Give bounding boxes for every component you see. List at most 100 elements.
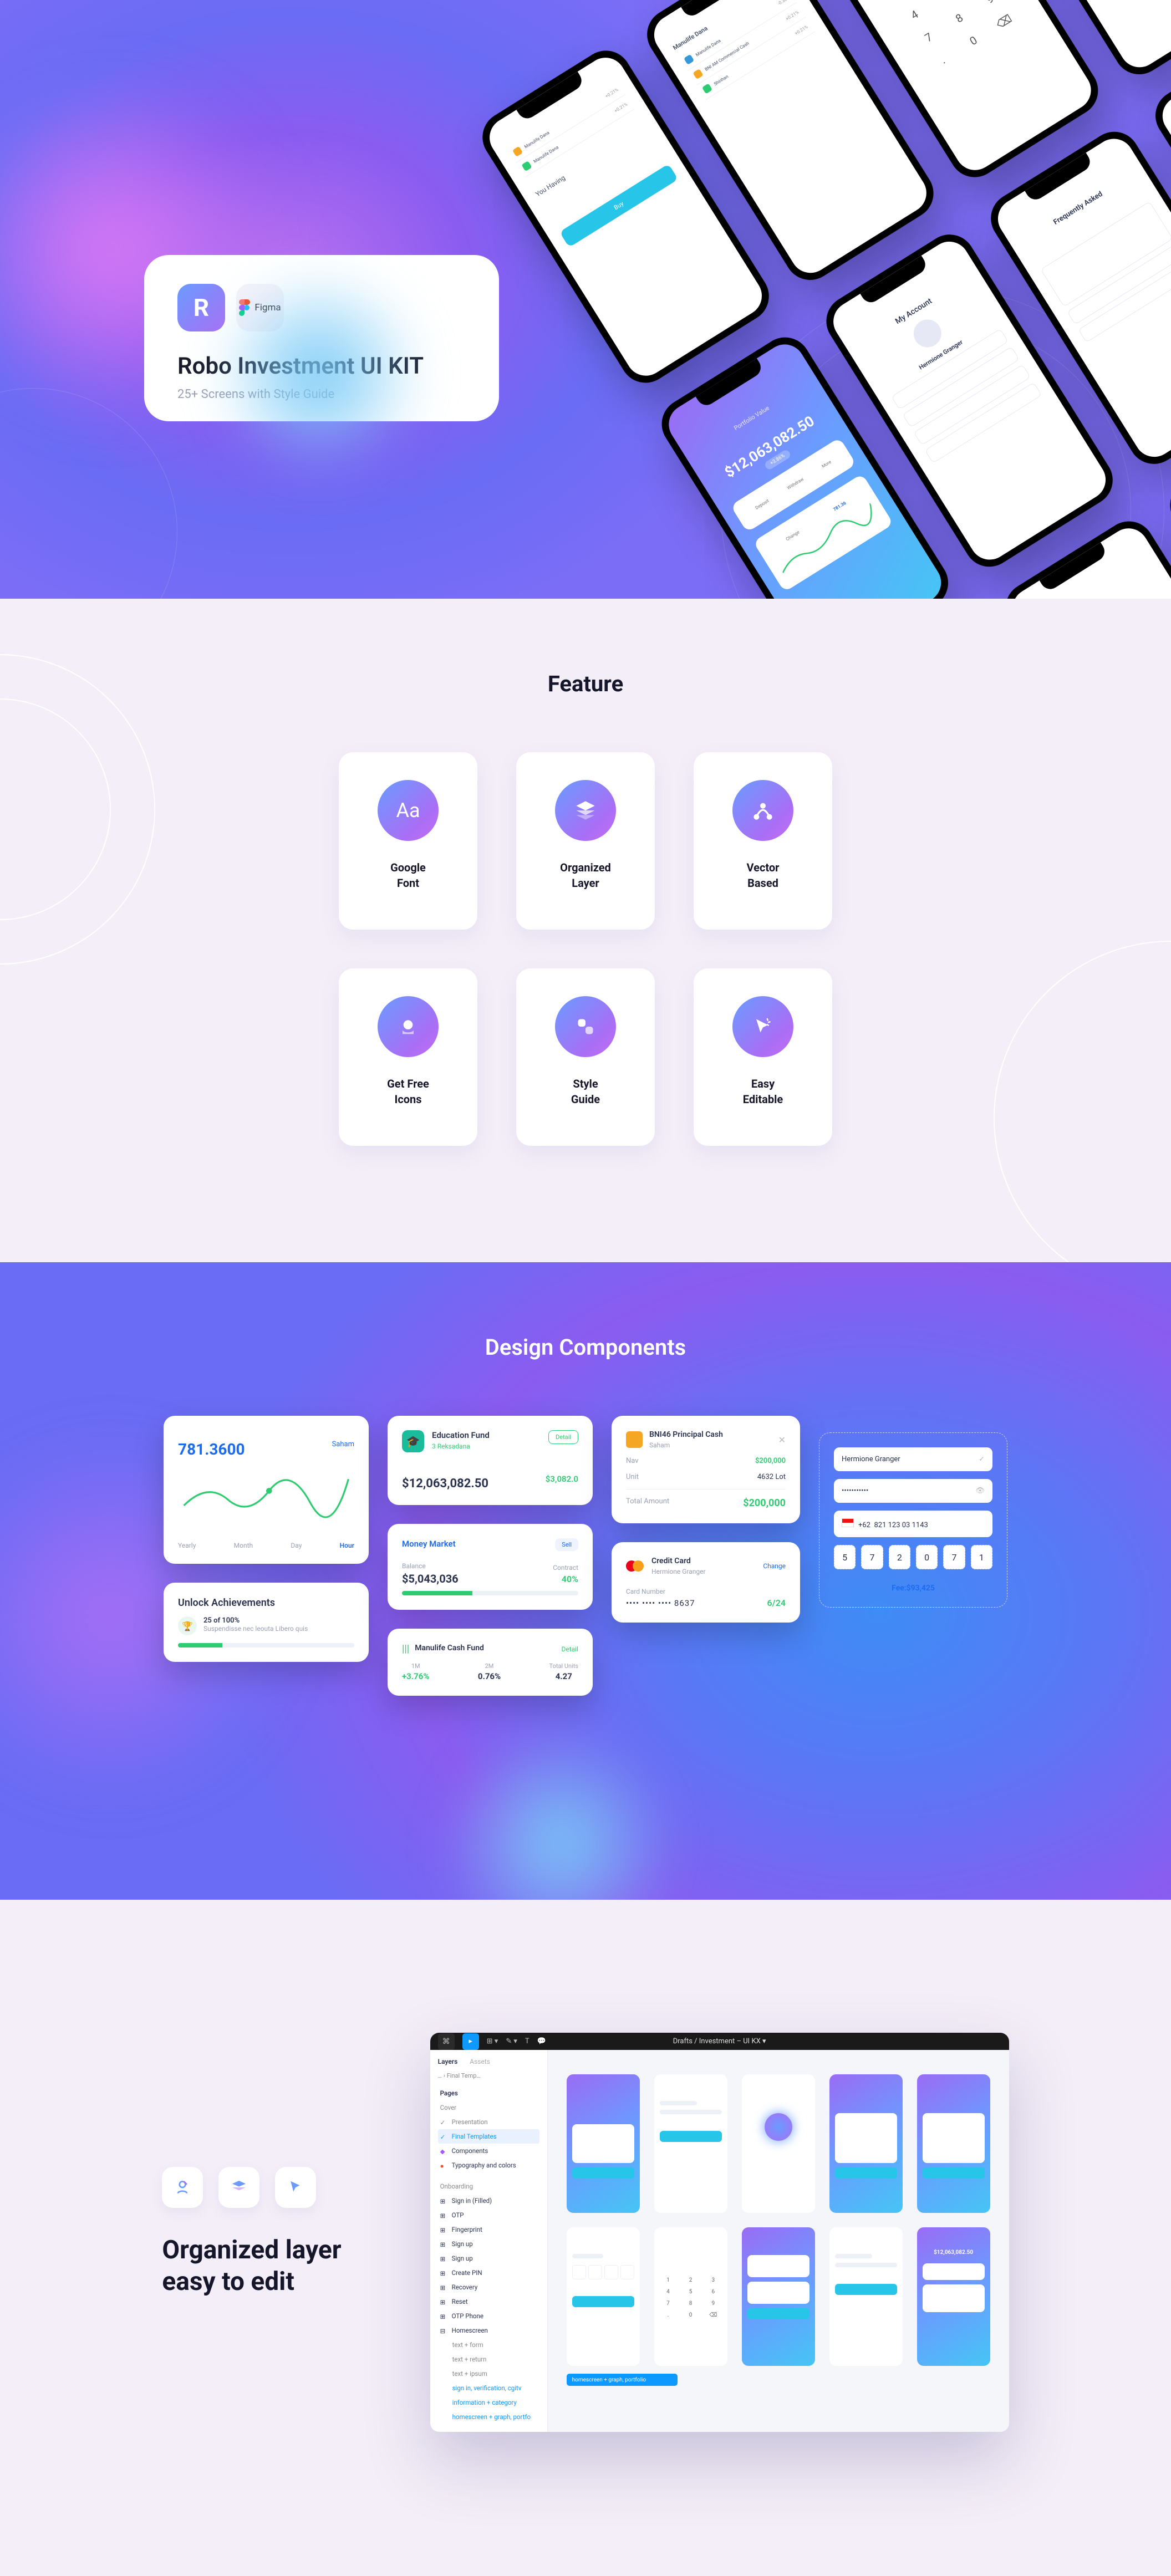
form-card: Hermione Granger✓ •••••••••••👁 +62 821 1…	[819, 1432, 1007, 1608]
artboard[interactable]	[829, 2227, 903, 2366]
breadcrumb[interactable]: … › Final Temp…	[438, 2072, 539, 2079]
artboard[interactable]	[654, 2074, 727, 2213]
layer-item[interactable]: information + category	[438, 2395, 539, 2410]
figma-toolbar: ⌘ ▸ ⊞ ▾ ✎ ▾ T 💬 Drafts / Investment – UI…	[430, 2033, 1009, 2050]
stat-value: +3.76%	[402, 1671, 429, 1681]
layers-list: Pages Cover ✓Presentation ✓Final Templat…	[438, 2086, 539, 2424]
layer-item[interactable]: Cover	[438, 2100, 539, 2115]
layer-item[interactable]: Presentation	[452, 2118, 488, 2126]
layer-item[interactable]: Sign in (Filled)	[452, 2197, 492, 2205]
layer-item[interactable]: sign in, verification, cgitv	[438, 2381, 539, 2395]
fund-amount: $12,063,082.50	[402, 1477, 488, 1491]
principal-card: BNI46 Principal CashSaham✕ Nav$200,000 U…	[612, 1416, 800, 1523]
design-title: Design Components	[0, 1334, 1171, 1360]
layer-item[interactable]: Components	[452, 2147, 488, 2155]
artboard[interactable]	[567, 2074, 640, 2213]
manulife-card: |||Manulife Cash FundDetail 1M+3.76%2M0.…	[388, 1629, 593, 1696]
otp-input[interactable]: 572071	[834, 1545, 992, 1569]
layer-item[interactable]: Sign up	[452, 2254, 473, 2262]
layer-item[interactable]: Onboarding	[438, 2179, 539, 2194]
feature-card: VectorBased	[694, 752, 832, 930]
layer-item[interactable]: text + form	[438, 2338, 539, 2352]
icons-icon	[378, 996, 439, 1057]
layers-tab[interactable]: Layers	[438, 2058, 458, 2065]
design-section: Design Components 781.3600Saham YearlyMo…	[0, 1262, 1171, 1900]
layer-item[interactable]: Typography and colors	[452, 2161, 516, 2169]
artboard[interactable]	[567, 2227, 640, 2366]
mastercard-icon	[626, 1560, 644, 1572]
layer-item[interactable]: Final Templates	[452, 2133, 497, 2140]
feature-card: EasyEditable	[694, 968, 832, 1146]
close-icon[interactable]: ✕	[778, 1435, 786, 1445]
unit-value: 4632 Lot	[757, 1473, 786, 1481]
layer-item[interactable]: Sign up	[452, 2240, 473, 2248]
organized-title: Organized layereasy to edit	[162, 2235, 341, 2298]
layer-item[interactable]: Create PIN	[452, 2269, 482, 2277]
artboard[interactable]: $12,063,082.50	[917, 2227, 990, 2366]
edit-icon	[162, 2167, 203, 2208]
comment-tool-icon[interactable]: 💬	[537, 2037, 546, 2046]
figma-logo-icon[interactable]: ⌘	[438, 2033, 455, 2050]
change-link[interactable]: Change	[763, 1562, 786, 1570]
cursor-icon	[732, 996, 793, 1057]
detail-button[interactable]: Detail	[548, 1430, 578, 1444]
chart-tag: Saham	[332, 1440, 354, 1448]
flag-icon	[842, 1518, 854, 1527]
artboard[interactable]: 123456789.0⌫	[654, 2227, 727, 2366]
figma-canvas[interactable]: 123456789.0⌫ $12,063,082.50 homescreen +…	[548, 2050, 1009, 2432]
hero-subtitle: 25+ Screens with Style Guide	[177, 387, 466, 401]
hero-card: R Figma Robo Investment UI KIT 25+ Scree…	[144, 255, 499, 421]
fee-label: Fee:$93,425	[834, 1584, 992, 1593]
doc-title[interactable]: Drafts / Investment – UI KX ▾	[673, 2037, 766, 2046]
eye-icon[interactable]: 👁	[975, 1487, 985, 1495]
money-market-card: Money MarketSell Balance$5,043,036Contra…	[388, 1524, 593, 1610]
layers-icon	[218, 2167, 259, 2208]
artboard[interactable]	[829, 2074, 903, 2213]
text-tool-icon[interactable]: T	[525, 2037, 530, 2046]
nav-value: $200,000	[755, 1457, 786, 1465]
mm-balance: $5,043,036	[402, 1572, 459, 1585]
layer-item[interactable]: Recovery	[452, 2283, 478, 2291]
feature-card: Get FreeIcons	[339, 968, 477, 1146]
phone-input[interactable]: +62 821 123 03 1143	[834, 1511, 992, 1537]
detail-link[interactable]: Detail	[561, 1645, 578, 1653]
card-number: •••• •••• •••• 8637	[626, 1598, 695, 1608]
artboard[interactable]	[742, 2227, 815, 2366]
layer-item[interactable]: text + ipsum	[438, 2366, 539, 2381]
pen-tool-icon[interactable]: ✎ ▾	[506, 2037, 517, 2046]
style-icon	[555, 996, 616, 1057]
chart-card: 781.3600Saham YearlyMonthDayHour	[164, 1416, 369, 1564]
education-fund-card: 🎓Education Fund3 ReksadanaDetail $12,063…	[388, 1416, 593, 1505]
fund-gain: $3,082.0	[546, 1474, 578, 1484]
password-input[interactable]: •••••••••••👁	[834, 1479, 992, 1503]
assets-tab[interactable]: Assets	[470, 2058, 490, 2065]
selection-strip[interactable]: homescreen + graph, portfolio	[567, 2374, 678, 2386]
layer-item[interactable]: OTP Phone	[452, 2312, 483, 2320]
move-tool-icon[interactable]: ▸	[462, 2033, 479, 2050]
artboard[interactable]	[917, 2074, 990, 2213]
decor-circle	[0, 388, 177, 599]
figma-icon	[239, 299, 250, 316]
layer-item[interactable]: OTP	[452, 2211, 464, 2219]
sparkline-icon	[178, 1466, 354, 1527]
bank-icon	[626, 1431, 643, 1448]
organized-section: Organized layereasy to edit ⌘ ▸ ⊞ ▾ ✎ ▾ …	[0, 1900, 1171, 2576]
layer-item[interactable]: Reset	[452, 2298, 468, 2305]
stat-value: 4.27	[549, 1671, 578, 1681]
achievement-card: Unlock Achievements 🏆25 of 100%Suspendis…	[164, 1583, 369, 1662]
layer-item[interactable]: homescreen + graph, portfo	[438, 2410, 539, 2424]
layer-item[interactable]: text + return	[438, 2352, 539, 2366]
hero-title: Robo Investment UI KIT	[177, 353, 466, 380]
check-icon: ✓	[979, 1455, 985, 1463]
segment-control[interactable]: YearlyMonthDayHour	[178, 1542, 354, 1549]
figma-window: ⌘ ▸ ⊞ ▾ ✎ ▾ T 💬 Drafts / Investment – UI…	[430, 2033, 1009, 2432]
artboard[interactable]	[742, 2074, 815, 2213]
credit-card-card: Credit CardHermione GrangerChange Card N…	[612, 1542, 800, 1623]
keypad[interactable]: 123456789.0⌫	[864, 0, 1041, 94]
frame-tool-icon[interactable]: ⊞ ▾	[487, 2037, 498, 2046]
layer-item[interactable]: Homescreen	[452, 2327, 488, 2334]
name-input[interactable]: Hermione Granger✓	[834, 1447, 992, 1471]
layer-item[interactable]: Fingerprint	[452, 2226, 482, 2233]
cursor-icon	[275, 2167, 316, 2208]
sell-button[interactable]: Sell	[555, 1538, 578, 1551]
